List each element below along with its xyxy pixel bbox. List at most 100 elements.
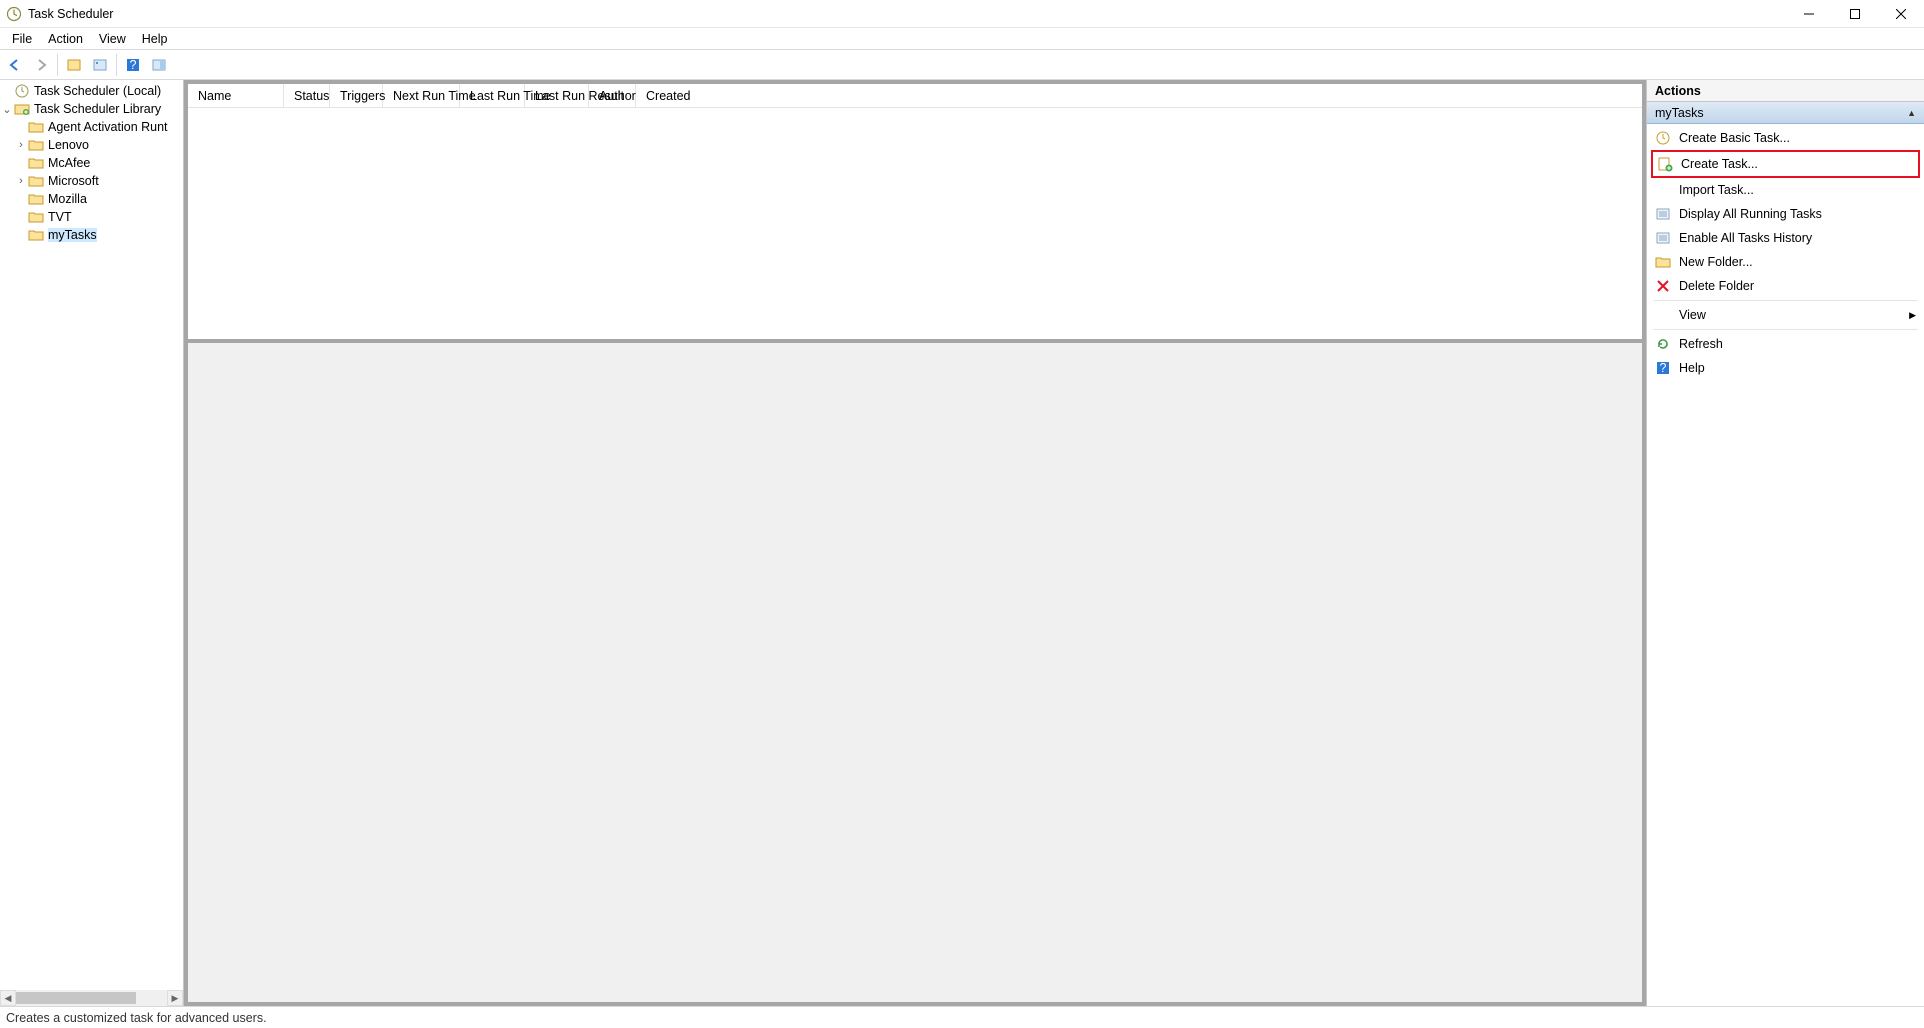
task-list-body[interactable] [188, 108, 1642, 339]
chevron-right-icon[interactable]: › [14, 139, 28, 151]
separator [1653, 329, 1918, 330]
close-button[interactable] [1878, 0, 1924, 28]
tree-item-label: Agent Activation Runt [48, 120, 168, 134]
submenu-arrow-icon: ▶ [1909, 310, 1916, 321]
maximize-button[interactable] [1832, 0, 1878, 28]
tb-run[interactable] [88, 53, 112, 77]
action-refresh[interactable]: Refresh [1651, 332, 1920, 356]
back-button[interactable] [3, 53, 27, 77]
tree-item-label: Microsoft [48, 174, 99, 188]
action-help[interactable]: ? Help [1651, 356, 1920, 380]
task-detail-panel [188, 343, 1642, 1002]
refresh-icon [1655, 336, 1671, 352]
blank-icon [1655, 182, 1671, 198]
window-title: Task Scheduler [28, 7, 113, 21]
status-bar: Creates a customized task for advanced u… [0, 1006, 1924, 1028]
tree-item-lenovo[interactable]: › Lenovo [0, 136, 183, 154]
menu-file[interactable]: File [4, 30, 40, 48]
action-label: Create Task... [1681, 157, 1758, 171]
column-last-run-result[interactable]: Last Run Result [525, 84, 589, 107]
tree-library-label: Task Scheduler Library [34, 102, 161, 116]
chevron-down-icon[interactable]: ⌄ [0, 103, 14, 116]
column-status[interactable]: Status [284, 84, 330, 107]
tree-item-microsoft[interactable]: › Microsoft [0, 172, 183, 190]
tree-item-mytasks[interactable]: myTasks [0, 226, 183, 244]
folder-icon [28, 209, 44, 225]
delete-icon [1655, 278, 1671, 294]
task-list-panel: NameStatusTriggersNext Run TimeLast Run … [188, 84, 1642, 339]
tb-showhide[interactable] [147, 53, 171, 77]
actions-title: Actions [1647, 80, 1924, 102]
tree-item-label: Mozilla [48, 192, 87, 206]
tree-item-label: Lenovo [48, 138, 89, 152]
folder-icon [28, 227, 44, 243]
column-triggers[interactable]: Triggers [330, 84, 383, 107]
column-created[interactable]: Created [636, 84, 966, 107]
action-create-basic[interactable]: Create Basic Task... [1651, 126, 1920, 150]
tree-item-label: TVT [48, 210, 72, 224]
folder-icon [1655, 254, 1671, 270]
tree-horizontal-scrollbar[interactable]: ◀ ▶ [0, 990, 183, 1006]
scroll-right-arrow[interactable]: ▶ [167, 990, 183, 1006]
menu-help[interactable]: Help [134, 30, 176, 48]
column-last-run-time[interactable]: Last Run Time [460, 84, 525, 107]
action-delete-folder[interactable]: Delete Folder [1651, 274, 1920, 298]
scroll-left-arrow[interactable]: ◀ [0, 990, 16, 1006]
help-icon: ? [1655, 360, 1671, 376]
folder-icon [28, 191, 44, 207]
action-view[interactable]: View ▶ [1651, 303, 1920, 327]
action-new-folder[interactable]: New Folder... [1651, 250, 1920, 274]
action-enable-history[interactable]: Enable All Tasks History [1651, 226, 1920, 250]
tree-library[interactable]: ⌄ Task Scheduler Library [0, 100, 183, 118]
toolbar: ? [0, 50, 1924, 80]
menu-view[interactable]: View [91, 30, 134, 48]
action-label: New Folder... [1679, 255, 1753, 269]
forward-button[interactable] [29, 53, 53, 77]
action-label: Refresh [1679, 337, 1723, 351]
folder-icon [28, 155, 44, 171]
task-scheduler-icon [6, 6, 22, 22]
list-icon [1655, 206, 1671, 222]
tb-properties[interactable] [62, 53, 86, 77]
tree-item-label: McAfee [48, 156, 90, 170]
center-pane: NameStatusTriggersNext Run TimeLast Run … [184, 80, 1646, 1006]
column-header-row: NameStatusTriggersNext Run TimeLast Run … [188, 84, 1642, 108]
actions-pane: Actions myTasks ▲ Create Basic Task... Cr… [1646, 80, 1924, 1006]
scroll-thumb[interactable] [16, 992, 136, 1004]
minimize-button[interactable] [1786, 0, 1832, 28]
tree-item-mozilla[interactable]: Mozilla [0, 190, 183, 208]
column-next-run-time[interactable]: Next Run Time [383, 84, 460, 107]
tree-item-tvt[interactable]: TVT [0, 208, 183, 226]
newtask-icon [1657, 156, 1673, 172]
action-import-task[interactable]: Import Task... [1651, 178, 1920, 202]
library-icon [14, 101, 30, 117]
column-name[interactable]: Name [188, 84, 284, 107]
clock-icon [14, 83, 30, 99]
action-label: View [1679, 308, 1706, 322]
menubar: File Action View Help [0, 28, 1924, 50]
column-author[interactable]: Author [589, 84, 636, 107]
folder-icon [28, 119, 44, 135]
tb-help[interactable]: ? [121, 53, 145, 77]
action-label: Help [1679, 361, 1705, 375]
clock-icon [1655, 130, 1671, 146]
folder-icon [28, 137, 44, 153]
chevron-right-icon[interactable]: › [14, 175, 28, 187]
collapse-up-icon[interactable]: ▲ [1907, 108, 1916, 118]
action-label: Create Basic Task... [1679, 131, 1790, 145]
action-display-running[interactable]: Display All Running Tasks [1651, 202, 1920, 226]
list-icon [1655, 230, 1671, 246]
action-label: Delete Folder [1679, 279, 1754, 293]
tree-item-mcafee[interactable]: McAfee [0, 154, 183, 172]
folder-icon [28, 173, 44, 189]
blank-icon [1655, 307, 1671, 323]
action-create-task[interactable]: Create Task... [1651, 150, 1920, 178]
status-text: Creates a customized task for advanced u… [6, 1011, 267, 1025]
menu-action[interactable]: Action [40, 30, 91, 48]
tree-item-label: myTasks [48, 228, 97, 242]
actions-context-header[interactable]: myTasks ▲ [1647, 102, 1924, 124]
svg-text:?: ? [1660, 361, 1667, 375]
tree-item-agent-activation-runt[interactable]: Agent Activation Runt [0, 118, 183, 136]
action-label: Import Task... [1679, 183, 1754, 197]
tree-root[interactable]: Task Scheduler (Local) [0, 82, 183, 100]
